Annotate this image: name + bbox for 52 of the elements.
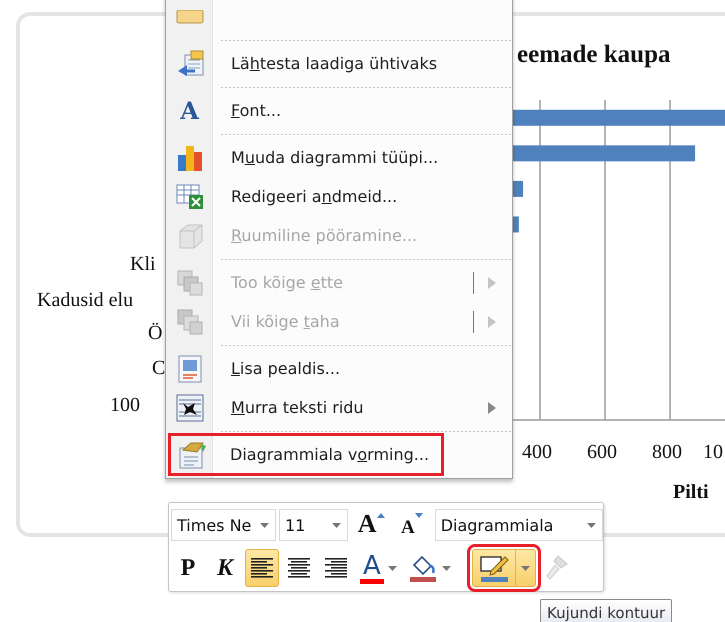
stacked-squares-icon <box>174 268 204 298</box>
stacked-squares-icon <box>174 306 204 336</box>
menu-item[interactable]: Diagrammiala vorming... <box>168 433 444 476</box>
axis-title: Pilti <box>673 481 709 503</box>
paint-bucket-icon <box>408 553 438 583</box>
dropdown-arrow-icon <box>388 566 397 570</box>
italic-button[interactable]: K <box>208 549 242 587</box>
bar <box>513 216 519 232</box>
format-icon <box>176 10 204 24</box>
dropdown-arrow-icon <box>520 566 530 570</box>
bold-button[interactable]: P <box>171 549 205 587</box>
up-arrow-icon <box>376 513 385 518</box>
down-arrow-icon <box>414 513 423 518</box>
category-label: C <box>152 357 166 379</box>
format-area-icon <box>176 440 206 470</box>
menu-item[interactable]: Muuda diagrammi tüüpi... <box>166 138 512 177</box>
menu-item[interactable]: Redigeeri andmeid... <box>166 177 512 216</box>
spreadsheet-icon <box>174 182 204 212</box>
font-icon: A <box>180 98 199 122</box>
chart-title: eemade kaupa <box>517 41 670 68</box>
submenu-arrow-icon <box>488 316 496 328</box>
dropdown-arrow-icon <box>586 522 596 528</box>
font-size-dropdown[interactable]: 11 <box>278 509 348 541</box>
tick-label: 600 <box>587 441 618 463</box>
category-label: Kadusid elu <box>37 289 134 311</box>
dropdown-arrow-icon <box>260 522 269 528</box>
tick-label: 400 <box>522 441 552 463</box>
submenu-arrow-icon <box>488 276 496 288</box>
tick-label: 10 <box>703 441 723 463</box>
tick-label: 800 <box>652 441 682 463</box>
submenu-arrow-icon <box>488 402 496 414</box>
category-label: Ö <box>148 322 162 344</box>
menu-item[interactable]: Lähtesta laadiga ühtivaks <box>166 44 512 83</box>
category-label: Kli <box>130 253 156 275</box>
menu-item[interactable]: Lisa pealdis... <box>166 349 512 388</box>
category-label: 100 <box>110 394 140 416</box>
menu-item[interactable]: Murra teksti ridu <box>166 388 512 427</box>
font-name-dropdown[interactable]: Times Ne <box>171 509 276 541</box>
font-color-button[interactable]: A <box>356 549 401 587</box>
align-lines-icon <box>251 558 273 578</box>
align-lines-icon <box>288 558 310 578</box>
bar <box>513 180 524 197</box>
chart-element-dropdown[interactable]: Diagrammiala <box>434 509 603 541</box>
align-lines-icon <box>325 558 347 578</box>
dropdown-arrow-icon <box>442 566 451 570</box>
align-left-button[interactable] <box>245 549 279 587</box>
menu-item[interactable]: A Font... <box>166 91 512 130</box>
tooltip: Kujundi kontuur <box>540 599 672 622</box>
shrink-font-button[interactable]: A <box>394 506 430 544</box>
grow-font-button[interactable]: A <box>351 506 392 544</box>
dropdown-arrow-icon <box>332 522 342 528</box>
text-wrap-icon <box>174 392 204 422</box>
